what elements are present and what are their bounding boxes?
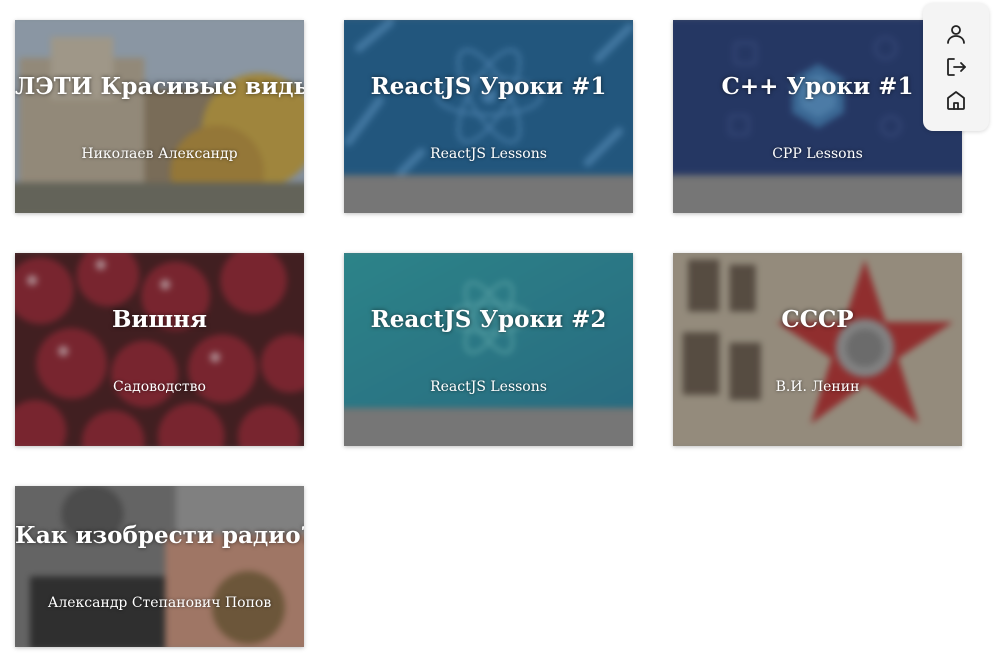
course-card-ussr[interactable]: СССР В.И. Ленин — [673, 253, 962, 446]
card-overlay — [15, 20, 304, 213]
card-title: C++ Уроки #1 — [721, 73, 914, 100]
home-button[interactable] — [943, 87, 969, 113]
card-title: СССР — [781, 306, 854, 333]
course-card-cpp-1[interactable]: C++ Уроки #1 CPP Lessons — [673, 20, 962, 213]
course-card-cherry[interactable]: Вишня Садоводство — [15, 253, 304, 446]
card-overlay — [15, 486, 304, 647]
card-overlay — [673, 253, 962, 446]
logout-icon — [947, 58, 966, 76]
user-icon — [947, 25, 965, 44]
side-panel — [923, 3, 989, 131]
course-card-react-2[interactable]: ReactJS Уроки #2 ReactJS Lessons — [344, 253, 633, 446]
card-subtitle: ReactJS Lessons — [430, 379, 547, 395]
course-grid: ЛЭТИ Красивые виды Николаев Александр Re… — [15, 20, 962, 647]
card-overlay — [15, 253, 304, 446]
card-subtitle: Садоводство — [113, 379, 206, 395]
home-icon — [947, 91, 965, 110]
course-card-leti[interactable]: ЛЭТИ Красивые виды Николаев Александр — [15, 20, 304, 213]
course-card-react-1[interactable]: ReactJS Уроки #1 ReactJS Lessons — [344, 20, 633, 213]
logout-button[interactable] — [943, 54, 969, 80]
card-overlay — [344, 20, 633, 213]
card-title: ReactJS Уроки #1 — [370, 73, 607, 100]
card-subtitle: CPP Lessons — [772, 146, 863, 162]
card-title: Вишня — [111, 306, 208, 333]
card-title: ЛЭТИ Красивые виды — [15, 73, 304, 100]
card-title: ReactJS Уроки #2 — [370, 306, 607, 333]
card-subtitle: Николаев Александр — [81, 146, 238, 162]
course-card-radio[interactable]: Как изобрести радио? Александр Степанови… — [15, 486, 304, 647]
card-title: Как изобрести радио? — [15, 522, 304, 549]
card-subtitle: ReactJS Lessons — [430, 146, 547, 162]
card-subtitle: В.И. Ленин — [775, 379, 860, 395]
card-overlay — [673, 20, 962, 213]
profile-button[interactable] — [943, 21, 969, 47]
card-subtitle: Александр Степанович Попов — [47, 595, 272, 611]
card-overlay — [344, 253, 633, 446]
